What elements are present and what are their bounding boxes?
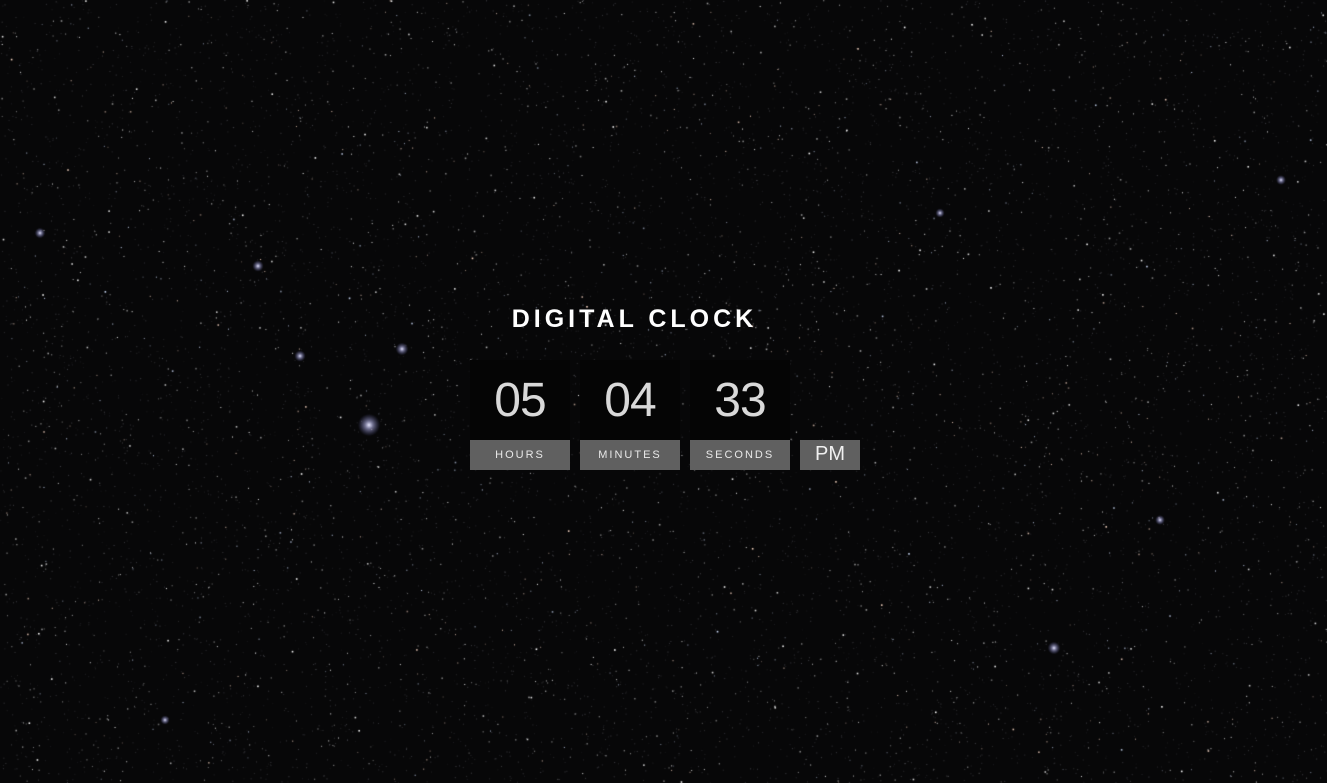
clock-page: DIGITAL CLOCK 05 HOURS 04 MINUTES 33 SEC… xyxy=(0,0,1327,783)
hours-label: HOURS xyxy=(470,440,570,470)
minutes-value: 04 xyxy=(580,360,680,440)
seconds-label: SECONDS xyxy=(690,440,790,470)
minutes-unit: 04 MINUTES xyxy=(580,360,680,470)
hours-value: 05 xyxy=(470,360,570,440)
am-pm-indicator: PM xyxy=(800,440,860,470)
seconds-value: 33 xyxy=(690,360,790,440)
clock-title: DIGITAL CLOCK xyxy=(511,305,758,333)
hours-unit: 05 HOURS xyxy=(470,360,570,470)
digital-clock: DIGITAL CLOCK 05 HOURS 04 MINUTES 33 SEC… xyxy=(0,0,1327,783)
seconds-unit: 33 SECONDS xyxy=(690,360,790,470)
minutes-label: MINUTES xyxy=(580,440,680,470)
